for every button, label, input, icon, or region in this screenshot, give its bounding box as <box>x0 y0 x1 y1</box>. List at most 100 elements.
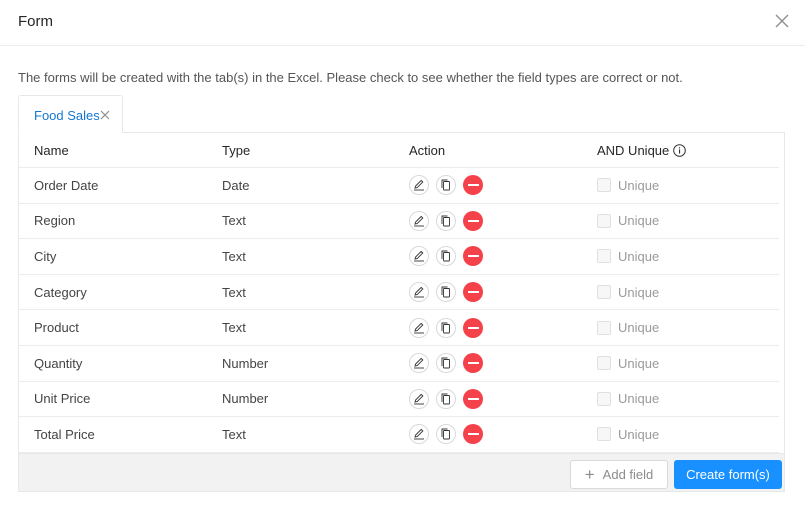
unique-checkbox[interactable] <box>597 213 611 228</box>
field-actions <box>409 204 483 239</box>
unique-label: Unique <box>618 355 660 371</box>
field-type: Number <box>222 355 269 371</box>
field-type: Text <box>222 426 246 442</box>
field-name: Unit Price <box>34 391 91 407</box>
unique-checkbox[interactable] <box>597 249 611 264</box>
delete-icon[interactable] <box>463 353 483 374</box>
tab-close-icon[interactable] <box>100 110 110 120</box>
field-actions <box>409 239 483 274</box>
field-actions <box>409 346 483 381</box>
tab-food-sales[interactable]: Food Sales <box>18 95 123 133</box>
unique-option: Unique <box>597 382 659 417</box>
header-unique-label: AND Unique <box>597 142 670 158</box>
edit-icon[interactable] <box>409 210 429 231</box>
add-field-button[interactable]: + Add field <box>570 460 668 489</box>
table-row: Product Text Unique <box>19 310 779 346</box>
close-icon[interactable] <box>775 14 789 28</box>
header-action: Action <box>409 142 446 158</box>
field-name: City <box>34 248 57 264</box>
unique-checkbox[interactable] <box>597 391 611 406</box>
edit-icon[interactable] <box>409 282 429 303</box>
unique-label: Unique <box>618 213 660 229</box>
dialog-header: Form <box>0 0 805 46</box>
field-type: Text <box>222 248 246 264</box>
field-type: Text <box>222 284 246 300</box>
table-row: Category Text Unique <box>19 275 779 311</box>
unique-option: Unique <box>597 275 659 310</box>
field-name: Region <box>34 213 76 229</box>
copy-icon[interactable] <box>436 175 456 196</box>
edit-icon[interactable] <box>409 317 429 338</box>
add-field-label: Add field <box>602 467 654 482</box>
header-unique: AND Unique <box>597 133 687 167</box>
header-name: Name <box>34 142 69 158</box>
field-actions <box>409 275 483 310</box>
unique-label: Unique <box>618 177 660 193</box>
edit-icon[interactable] <box>409 175 429 196</box>
table-row: Unit Price Number Unique <box>19 382 779 418</box>
unique-checkbox[interactable] <box>597 427 611 442</box>
panel-footer: + Add field Create form(s) <box>19 453 784 491</box>
edit-icon[interactable] <box>409 388 429 409</box>
table-row: City Text Unique <box>19 239 779 275</box>
table-row: Region Text Unique <box>19 204 779 240</box>
unique-option: Unique <box>597 417 659 452</box>
table-header-row: Name Type Action AND Unique <box>19 133 779 168</box>
field-actions <box>409 382 483 417</box>
unique-option: Unique <box>597 168 659 203</box>
copy-icon[interactable] <box>436 388 456 409</box>
copy-icon[interactable] <box>436 353 456 374</box>
copy-icon[interactable] <box>436 317 456 338</box>
field-actions <box>409 310 483 345</box>
delete-icon[interactable] <box>463 175 483 196</box>
tab-label: Food Sales <box>34 108 100 123</box>
edit-icon[interactable] <box>409 424 429 445</box>
field-type: Text <box>222 320 246 336</box>
unique-checkbox[interactable] <box>597 356 611 371</box>
table-row: Quantity Number Unique <box>19 346 779 382</box>
copy-icon[interactable] <box>436 210 456 231</box>
edit-icon[interactable] <box>409 353 429 374</box>
unique-checkbox[interactable] <box>597 178 611 193</box>
copy-icon[interactable] <box>436 424 456 445</box>
field-name: Order Date <box>34 177 99 193</box>
dialog-title: Form <box>18 13 53 30</box>
unique-option: Unique <box>597 346 659 381</box>
field-type: Text <box>222 213 246 229</box>
unique-checkbox[interactable] <box>597 285 611 300</box>
table-row: Order Date Date Unique <box>19 168 779 204</box>
delete-icon[interactable] <box>463 210 483 231</box>
table-row: Total Price Text Unique <box>19 417 779 453</box>
form-dialog: Form The forms will be created with the … <box>0 0 805 511</box>
copy-icon[interactable] <box>436 282 456 303</box>
delete-icon[interactable] <box>463 282 483 303</box>
edit-icon[interactable] <box>409 246 429 267</box>
plus-icon: + <box>584 465 595 484</box>
field-type: Number <box>222 391 269 407</box>
fields-panel: Name Type Action AND Unique Order Date D… <box>18 132 785 492</box>
field-name: Total Price <box>34 426 95 442</box>
unique-option: Unique <box>597 239 659 274</box>
delete-icon[interactable] <box>463 246 483 267</box>
unique-label: Unique <box>618 248 660 264</box>
unique-label: Unique <box>618 320 660 336</box>
field-actions <box>409 168 483 203</box>
unique-checkbox[interactable] <box>597 320 611 335</box>
field-actions <box>409 417 483 452</box>
unique-label: Unique <box>618 426 660 442</box>
description-text: The forms will be created with the tab(s… <box>18 70 683 85</box>
delete-icon[interactable] <box>463 317 483 338</box>
unique-option: Unique <box>597 204 659 239</box>
delete-icon[interactable] <box>463 424 483 445</box>
unique-label: Unique <box>618 284 660 300</box>
header-type: Type <box>222 142 251 158</box>
unique-label: Unique <box>618 391 660 407</box>
field-name: Product <box>34 320 79 336</box>
delete-icon[interactable] <box>463 388 483 409</box>
fields-table: Name Type Action AND Unique Order Date D… <box>19 133 779 453</box>
create-forms-button[interactable]: Create form(s) <box>674 460 782 489</box>
field-name: Quantity <box>34 355 83 371</box>
field-name: Category <box>34 284 87 300</box>
copy-icon[interactable] <box>436 246 456 267</box>
info-icon[interactable] <box>673 143 687 157</box>
